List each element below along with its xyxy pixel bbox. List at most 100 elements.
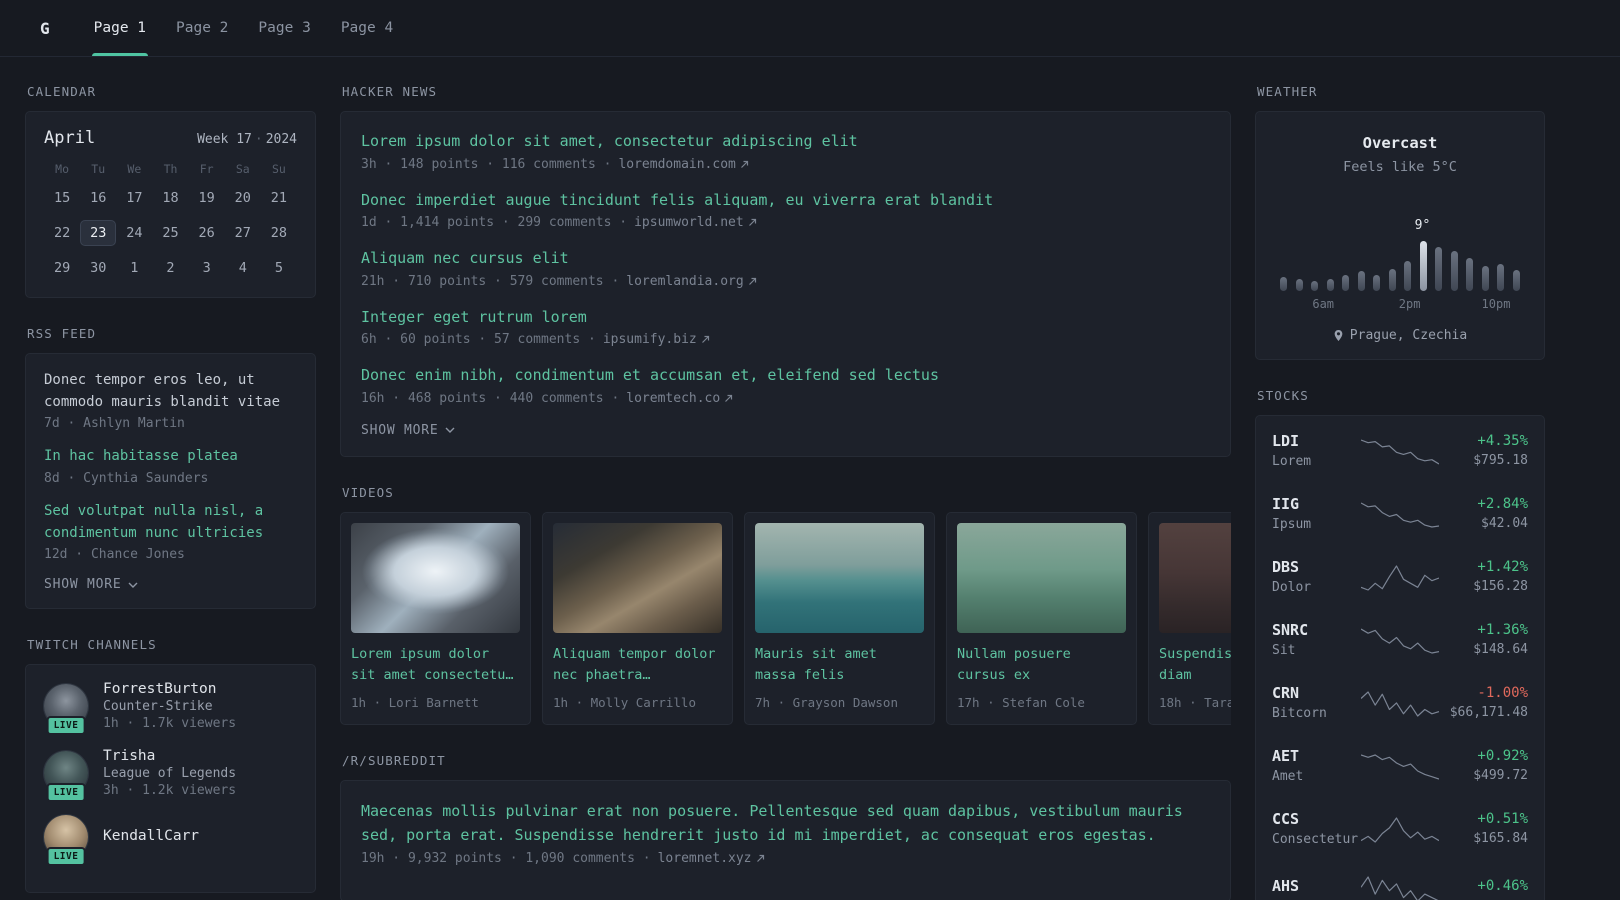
- hacker-news-section: HACKER NEWS Lorem ipsum dolor sit amet, …: [340, 84, 1231, 457]
- hn-item-link[interactable]: Donec imperdiet augue tincidunt felis al…: [361, 189, 1210, 212]
- weather-bar: [1373, 275, 1381, 291]
- avatar: LIVE: [44, 684, 88, 736]
- stock-id: LDI Lorem: [1272, 432, 1361, 469]
- calendar-day: 21: [270, 190, 288, 206]
- hn-item-domain-link[interactable]: loremdomain.com: [618, 157, 748, 172]
- video-card[interactable]: Aliquam tempor dolor nec phaetra… 1h · M…: [542, 511, 733, 725]
- right-column: WEATHER Overcast Feels like 5°C 9° 6am 2p…: [1255, 84, 1545, 900]
- twitch-channel-row[interactable]: LIVE ForrestBurton Counter-Strike 1h · 1…: [44, 681, 297, 736]
- video-card[interactable]: Suspendisse diam 18h · Tara: [1148, 511, 1231, 725]
- subreddit-post-link[interactable]: Maecenas mollis pulvinar erat non posuer…: [361, 799, 1210, 847]
- avatar: LIVE: [44, 751, 88, 803]
- stock-row[interactable]: AET Amet +0.92% $499.72: [1272, 734, 1528, 797]
- app-logo[interactable]: G: [40, 19, 50, 38]
- video-meta: 18h · Tara: [1159, 694, 1231, 710]
- stock-name: Bitcorn: [1272, 706, 1327, 721]
- left-column: CALENDAR April Week 17 · 2024 Mo Tu We Th …: [25, 84, 316, 900]
- calendar-day: 2: [166, 260, 175, 276]
- weather-widget: Overcast Feels like 5°C 9° 6am 2pm 10pm Pr…: [1255, 111, 1545, 360]
- subreddit-post-stats: 19h · 9,932 points · 1,090 comments ·: [361, 850, 651, 866]
- twitch-channel-name: Trisha: [103, 748, 156, 765]
- hn-item-domain-link[interactable]: ipsumify.biz: [603, 332, 710, 347]
- rss-show-more-button[interactable]: SHOW MORE: [44, 577, 297, 592]
- calendar-grid: Mo Tu We Th Fr Sa Su 15 16 17 18 19 20 2…: [44, 162, 297, 281]
- chevron-down-icon: [128, 582, 138, 588]
- twitch-channel-row[interactable]: LIVE Trisha League of Legends 3h · 1.2k …: [44, 748, 297, 803]
- tab-page-1[interactable]: Page 1: [91, 0, 149, 56]
- video-card[interactable]: Lorem ipsum dolor sit amet consectetu… 1…: [340, 511, 531, 725]
- rss-widget: Donec tempor eros leo, ut commodo mauris…: [25, 353, 316, 610]
- tab-page-2[interactable]: Page 2: [174, 0, 230, 56]
- stock-row[interactable]: IIG Ipsum +2.84% $42.04: [1272, 482, 1528, 545]
- hn-show-more-button[interactable]: SHOW MORE: [361, 423, 1210, 438]
- stock-values: +0.92% $499.72: [1439, 748, 1528, 783]
- hn-item-domain-link[interactable]: ipsumworld.net: [634, 215, 757, 230]
- calendar-day: 3: [202, 260, 211, 276]
- calendar-day: 26: [198, 225, 215, 241]
- stock-sparkline: [1361, 499, 1439, 529]
- subreddit-domain-link[interactable]: loremnet.xyz: [658, 851, 765, 866]
- rss-item-link[interactable]: In hac habitasse platea: [44, 446, 297, 468]
- hn-item-domain-link[interactable]: loremtech.co: [626, 391, 733, 406]
- stock-row[interactable]: SNRC Sit +1.36% $148.64: [1272, 608, 1528, 671]
- calendar-day: 5: [274, 260, 283, 276]
- weather-bar: [1497, 264, 1505, 291]
- tab-label: Page 3: [258, 20, 311, 36]
- calendar-day: 18: [162, 190, 179, 206]
- video-thumbnail: [755, 522, 924, 633]
- stock-price: $42.04: [1481, 516, 1528, 531]
- stock-change: +0.92%: [1477, 748, 1528, 764]
- stock-sparkline: [1361, 873, 1439, 900]
- stock-row[interactable]: LDI Lorem +4.35% $795.18: [1272, 419, 1528, 482]
- stock-row[interactable]: CRN Bitcorn -1.00% $66,171.48: [1272, 671, 1528, 734]
- weather-location-label: Prague, Czechia: [1349, 328, 1468, 343]
- hn-item: Aliquam nec cursus elit 21h · 710 points…: [361, 247, 1210, 289]
- hn-item: Donec enim nibh, condimentum et accumsan…: [361, 364, 1210, 406]
- hn-item: Lorem ipsum dolor sit amet, consectetur …: [361, 130, 1210, 172]
- hn-item-meta: 21h · 710 points · 579 comments · loreml…: [361, 274, 1210, 289]
- calendar-day: 19: [198, 190, 215, 206]
- stocks-widget: LDI Lorem +4.35% $795.18 IIG Ipsum +2.84…: [1255, 415, 1545, 900]
- subreddit-section-title: /R/SUBREDDIT: [342, 752, 446, 768]
- hn-item-link[interactable]: Donec enim nibh, condimentum et accumsan…: [361, 364, 1210, 387]
- hn-item-domain-link[interactable]: loremlandia.org: [626, 274, 756, 289]
- hn-item-domain: ipsumify.biz: [602, 332, 697, 347]
- stock-price: $165.84: [1473, 831, 1528, 846]
- video-card[interactable]: Nullam posuere cursus ex 17h · Stefan Co…: [946, 511, 1137, 725]
- hn-item-domain: loremlandia.org: [626, 273, 744, 289]
- video-card[interactable]: Mauris sit amet massa felis 7h · Grayson…: [744, 511, 935, 725]
- twitch-channel-meta: 3h · 1.2k viewers: [103, 783, 237, 799]
- hn-item-link[interactable]: Lorem ipsum dolor sit amet, consectetur …: [361, 130, 1210, 153]
- tab-page-4[interactable]: Page 4: [339, 0, 395, 56]
- calendar-weekday: Su: [271, 162, 286, 176]
- calendar-header: April Week 17 · 2024: [44, 128, 297, 148]
- calendar-separator: ·: [254, 132, 263, 147]
- stock-sparkline: [1361, 688, 1439, 718]
- tab-page-3[interactable]: Page 3: [256, 0, 312, 56]
- weather-bar-chart: 9°: [1280, 203, 1520, 291]
- stock-change: +1.36%: [1477, 622, 1528, 638]
- stock-price: $156.28: [1473, 579, 1528, 594]
- stock-id: CRN Bitcorn: [1272, 684, 1361, 721]
- hn-item-stats: 3h · 148 points · 116 comments ·: [361, 156, 612, 172]
- twitch-channel-row[interactable]: LIVE KendallCarr: [44, 815, 297, 867]
- tab-label: Page 4: [340, 20, 394, 36]
- stock-row[interactable]: CCS Consectetur +0.51% $165.84: [1272, 797, 1528, 860]
- video-meta: 17h · Stefan Cole: [957, 694, 1085, 710]
- stock-sparkline: [1361, 436, 1439, 466]
- rss-item-link[interactable]: Sed volutpat nulla nisl, a condimentum n…: [44, 501, 297, 544]
- location-pin-icon: [1333, 329, 1344, 342]
- tab-label: Page 1: [93, 20, 147, 36]
- weather-bar: [1357, 271, 1365, 291]
- rss-section-title: RSS FEED: [27, 326, 97, 341]
- rss-item-meta: 12d · Chance Jones: [44, 547, 185, 563]
- stock-row[interactable]: DBS Dolor +1.42% $156.28: [1272, 545, 1528, 608]
- hn-item-link[interactable]: Aliquam nec cursus elit: [361, 247, 1210, 270]
- video-title: Mauris sit amet massa felis: [755, 645, 877, 684]
- avatar: LIVE: [44, 815, 88, 867]
- twitch-channel-game: League of Legends: [103, 766, 237, 782]
- calendar-weekday: We: [127, 162, 142, 176]
- stock-row[interactable]: AHS +0.46%: [1272, 860, 1528, 900]
- rss-item-link[interactable]: Donec tempor eros leo, ut commodo mauris…: [44, 370, 297, 413]
- hn-item-link[interactable]: Integer eget rutrum lorem: [361, 306, 1210, 329]
